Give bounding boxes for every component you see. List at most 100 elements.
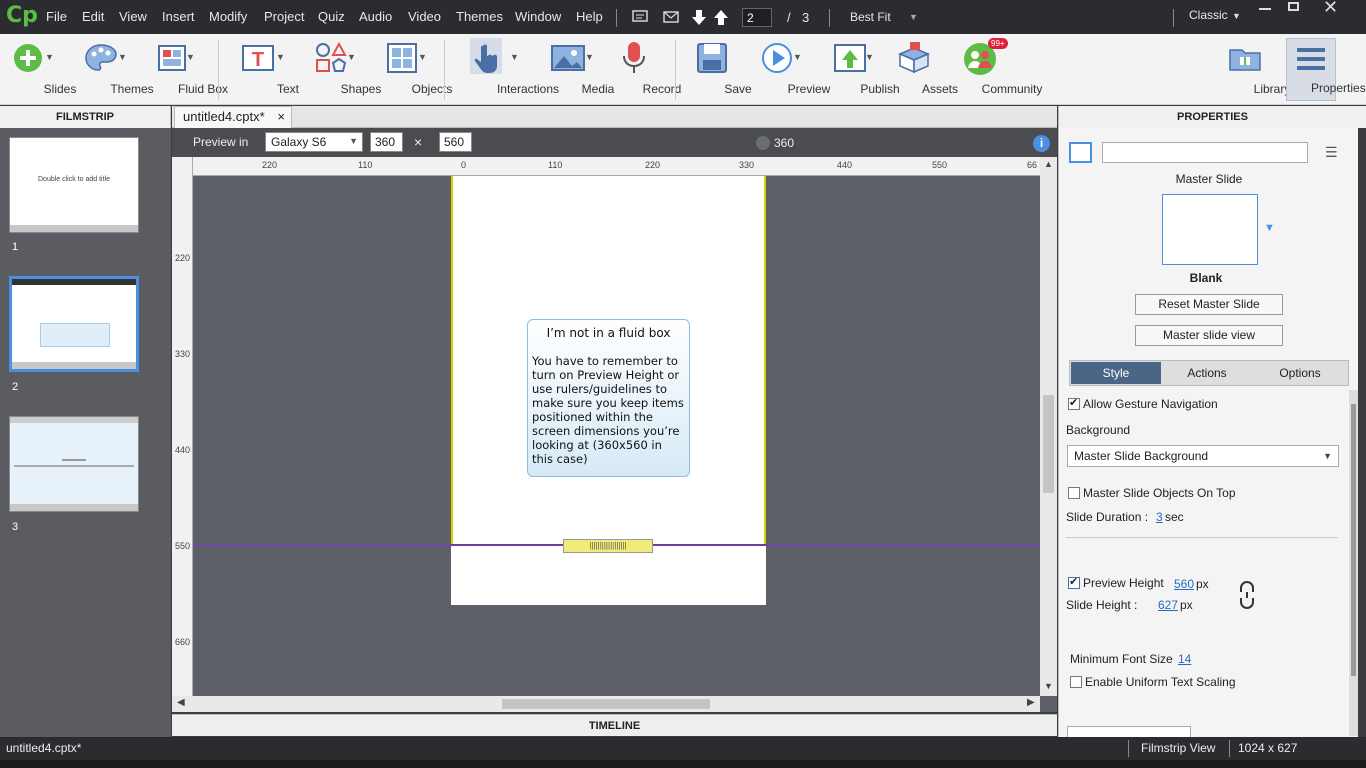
document-tab[interactable]: untitled4.cptx* × <box>174 106 292 128</box>
device-select[interactable]: Galaxy S6 ▼ <box>265 132 363 152</box>
properties-icon <box>1297 48 1325 70</box>
menu-video[interactable]: Video <box>408 9 441 24</box>
caption-icon[interactable] <box>632 10 648 24</box>
chevron-down-icon: ▼ <box>349 136 358 146</box>
library-button[interactable]: Library <box>1218 34 1290 105</box>
master-slide-view-button[interactable]: Master slide view <box>1135 325 1283 346</box>
menu-project[interactable]: Project <box>264 9 304 24</box>
tab-style[interactable]: Style <box>1071 362 1161 384</box>
menu-audio[interactable]: Audio <box>359 9 392 24</box>
master-slide-dropdown-icon[interactable]: ▼ <box>1264 222 1275 234</box>
close-tab-icon[interactable]: × <box>277 109 285 124</box>
menu-modify[interactable]: Modify <box>209 9 247 24</box>
microphone-icon <box>623 42 645 73</box>
menu-insert[interactable]: Insert <box>162 9 195 24</box>
info-icon[interactable]: i <box>1033 135 1050 152</box>
publish-button[interactable]: ▼ Publish <box>820 34 900 105</box>
community-button[interactable]: 99+ Community <box>948 34 1042 105</box>
allow-gesture-checkbox[interactable]: ✔ <box>1068 397 1080 410</box>
menu-window[interactable]: Window <box>515 9 561 24</box>
menu-themes[interactable]: Themes <box>456 9 503 24</box>
arrow-down-icon[interactable] <box>692 10 706 26</box>
link-chain-icon[interactable] <box>1236 580 1258 610</box>
preview-height-checkbox[interactable]: ✔ <box>1068 576 1080 589</box>
timeline-panel[interactable]: TIMELINE <box>172 714 1057 736</box>
menu-file[interactable]: File <box>46 9 67 24</box>
menu-view[interactable]: View <box>119 9 147 24</box>
chevron-down-icon: ▼ <box>585 52 594 62</box>
objects-label: Objects <box>411 82 453 96</box>
scroll-up-icon[interactable]: ▲ <box>1044 159 1053 169</box>
close-window-icon[interactable]: ✕ <box>1323 0 1338 18</box>
slide-thumbnail-2[interactable] <box>9 276 139 372</box>
text-button[interactable]: T ▼ Text <box>228 34 299 105</box>
minimize-icon[interactable] <box>1259 8 1271 10</box>
slide-name-input[interactable] <box>1102 142 1308 163</box>
text-caption-box[interactable]: I’m not in a fluid box You have to remem… <box>527 319 690 477</box>
master-objects-on-top-checkbox[interactable] <box>1068 487 1080 499</box>
interactions-button[interactable]: ▼ Interactions <box>458 34 559 105</box>
vertical-ruler[interactable]: 220 330 440 550 660 <box>172 157 193 696</box>
scrollbar-thumb[interactable] <box>502 699 710 709</box>
mail-icon[interactable] <box>663 11 679 23</box>
scrollbar-thumb[interactable] <box>1351 404 1356 676</box>
menu-help[interactable]: Help <box>576 9 603 24</box>
record-button[interactable]: Record <box>606 34 681 105</box>
preview-height-input[interactable]: 560 <box>439 132 472 152</box>
slides-button[interactable]: ▼ Slides <box>0 34 76 105</box>
preview-button[interactable]: ▼ Preview <box>749 34 830 105</box>
hand-pointer-icon <box>474 44 497 73</box>
partial-control[interactable] <box>1067 726 1191 737</box>
lock-ratio-icon[interactable]: × <box>414 134 422 150</box>
tab-options[interactable]: Options <box>1253 362 1347 384</box>
horizontal-scrollbar[interactable]: ◀ ▶ <box>172 696 1040 712</box>
shapes-button[interactable]: ▼ Shapes <box>301 34 381 105</box>
tab-actions[interactable]: Actions <box>1161 362 1253 384</box>
save-icon <box>697 43 727 73</box>
slide-thumbnail-text: Double click to add title <box>38 176 110 183</box>
uniform-text-scaling-checkbox[interactable] <box>1070 676 1082 688</box>
background-select[interactable]: Master Slide Background ▼ <box>1067 445 1339 467</box>
zoom-select[interactable]: Best Fit <box>850 10 891 24</box>
page-separator: / <box>787 10 791 25</box>
preview-height-value[interactable]: 560 <box>1174 577 1194 591</box>
zoom-chevron-icon[interactable]: ▼ <box>909 12 918 22</box>
stage-canvas[interactable]: |||||||||||||||||| I’m not in a fluid bo… <box>172 157 1057 712</box>
scroll-down-icon[interactable]: ▼ <box>1044 681 1053 691</box>
page-number-input[interactable]: 2 <box>742 8 772 27</box>
slide-thumbnail-1[interactable]: Double click to add title <box>9 137 139 233</box>
slide-thumbnail-3[interactable] <box>9 416 139 512</box>
preview-width-input[interactable]: 360 <box>370 132 403 152</box>
save-button[interactable]: Save <box>686 34 752 105</box>
scrollbar-thumb[interactable] <box>1043 395 1054 493</box>
slide-height-value[interactable]: 627 <box>1158 598 1178 612</box>
assets-button[interactable]: Assets <box>888 34 958 105</box>
panel-menu-icon[interactable]: ☰ <box>1325 144 1338 161</box>
scroll-left-icon[interactable]: ◀ <box>177 697 185 708</box>
thumbnail-bar <box>10 504 138 511</box>
scroll-right-icon[interactable]: ▶ <box>1027 697 1035 708</box>
horizontal-ruler[interactable]: 220 110 0 110 220 330 440 550 66 <box>193 157 1040 176</box>
maximize-icon[interactable] <box>1288 2 1299 11</box>
themes-button[interactable]: ▼ Themes <box>70 34 154 105</box>
menu-quiz[interactable]: Quiz <box>318 9 345 24</box>
properties-button[interactable]: Properties <box>1286 38 1366 101</box>
min-font-size-value[interactable]: 14 <box>1178 652 1191 666</box>
workspace-chevron-icon[interactable]: ▼ <box>1232 11 1241 21</box>
objects-button[interactable]: ▼ Objects <box>372 34 452 105</box>
arrow-up-icon[interactable] <box>714 10 728 26</box>
fluid-box-button[interactable]: ▼ Fluid Box <box>141 34 228 105</box>
vertical-scrollbar[interactable]: ▲ ▼ <box>1040 157 1057 696</box>
properties-scrollbar[interactable] <box>1349 390 1358 736</box>
preview-height-handle[interactable]: |||||||||||||||||| <box>563 539 653 553</box>
slide-duration-value[interactable]: 3 <box>1156 510 1163 524</box>
workspace-select[interactable]: Classic <box>1189 8 1228 22</box>
reset-master-slide-button[interactable]: Reset Master Slide <box>1135 294 1283 315</box>
menu-edit[interactable]: Edit <box>82 9 104 24</box>
media-button[interactable]: ▼ Media <box>538 34 614 105</box>
width-marker-handle[interactable] <box>756 136 770 150</box>
chevron-down-icon: ▼ <box>865 52 874 62</box>
filmstrip-panel[interactable]: Double click to add title 1 2 3 <box>0 128 171 737</box>
master-slide-thumbnail[interactable] <box>1162 194 1258 265</box>
chevron-down-icon: ▼ <box>45 52 54 62</box>
